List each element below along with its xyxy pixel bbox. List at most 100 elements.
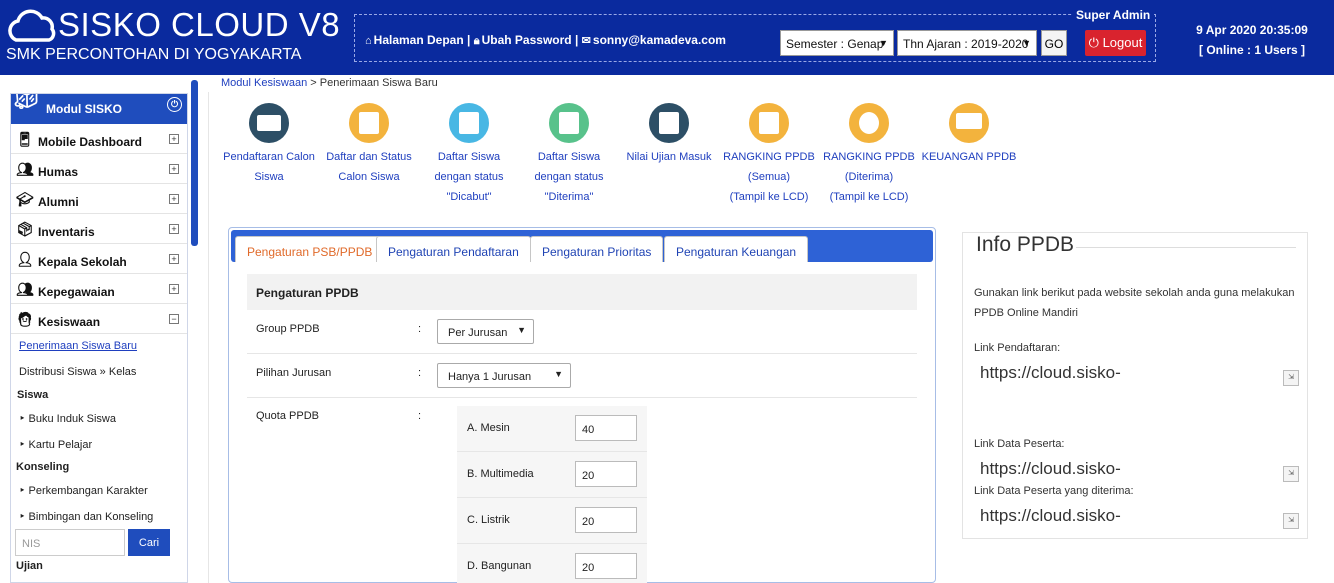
- quota-multimedia-input[interactable]: 20: [575, 461, 637, 487]
- sidebar-item-kepala-sekolah[interactable]: 👤︎ Kepala Sekolah +: [11, 244, 187, 274]
- info-title: Info PPDB: [974, 233, 1077, 257]
- power-icon[interactable]: ⏻: [167, 97, 182, 112]
- registration-icon: [249, 103, 289, 143]
- tab-pengaturan-psb[interactable]: Pengaturan PSB/PPDB: [235, 236, 385, 262]
- sidebar-item-humas[interactable]: 👥︎ Humas +: [11, 154, 187, 184]
- sidebar-link-bimbingan[interactable]: ‣ Bimbingan dan Konseling: [19, 510, 153, 523]
- alumni-icon: 🎓︎: [16, 191, 34, 207]
- go-button[interactable]: GO: [1041, 30, 1067, 56]
- quota-label: Quota PPDB: [256, 410, 319, 422]
- sidebar-link-distribusi[interactable]: Distribusi Siswa » Kelas: [19, 366, 136, 378]
- top-header: SISKO CLOUD V8 SMK PERCONTOHAN DI YOGYAK…: [0, 0, 1334, 75]
- shortcut-ranking-diterima[interactable]: RANGKING PPDB (Diterima) (Tampil ke LCD): [814, 99, 924, 207]
- revoked-icon: [449, 103, 489, 143]
- role-label: Super Admin: [1072, 8, 1155, 22]
- tab-pengaturan-pendaftaran[interactable]: Pengaturan Pendaftaran: [376, 236, 531, 262]
- sidebar-item-alumni[interactable]: 🎓︎ Alumni +: [11, 184, 187, 214]
- expand-icon: +: [169, 164, 179, 174]
- quota-row: B. Multimedia 20: [457, 452, 647, 498]
- sidebar-item-mobile-dashboard[interactable]: 📱︎ Mobile Dashboard +: [11, 124, 187, 154]
- group-label: Group PPDB: [256, 323, 320, 335]
- link-pendaftaran-label: Link Pendaftaran:: [974, 342, 1061, 354]
- expand-icon: +: [169, 254, 179, 264]
- principal-icon: 👤︎: [16, 251, 34, 267]
- shortcut-daftar-status[interactable]: Daftar dan Status Calon Siswa: [314, 99, 424, 187]
- exam-score-icon: [649, 103, 689, 143]
- sidebar-link-perkembangan[interactable]: ‣ Perkembangan Karakter: [19, 484, 148, 497]
- link-peserta-label: Link Data Peserta:: [974, 438, 1065, 450]
- tab-pengaturan-prioritas[interactable]: Pengaturan Prioritas: [530, 236, 664, 262]
- expand-icon: +: [169, 134, 179, 144]
- group-ppdb-select[interactable]: Per Jurusan ▼: [437, 319, 534, 344]
- quota-row: A. Mesin 40: [457, 406, 647, 452]
- form-row-pilihan: Pilihan Jurusan : Hanya 1 Jurusan ▼: [247, 354, 917, 398]
- form-row-quota: Quota PPDB : A. Mesin 40 B. Multimedia 20 …: [247, 398, 917, 583]
- logout-button[interactable]: ⏻ Logout: [1085, 30, 1146, 56]
- resize-handle-icon[interactable]: ⇲: [1283, 370, 1299, 386]
- mobile-icon: 📱︎: [16, 131, 34, 147]
- home-icon: ⌂: [365, 35, 372, 47]
- accepted-icon: [549, 103, 589, 143]
- shortcut-ranking-semua[interactable]: RANGKING PPDB (Semua) (Tampil ke LCD): [714, 99, 824, 207]
- home-link[interactable]: ⌂ Halaman Depan: [365, 33, 464, 47]
- boxes-icon: 📦︎: [16, 221, 34, 237]
- chevron-down-icon: ▼: [1022, 38, 1031, 48]
- resize-handle-icon[interactable]: ⇲: [1283, 513, 1299, 529]
- nis-input[interactable]: NIS: [15, 529, 125, 556]
- school-name: SMK PERCONTOHAN DI YOGYAKARTA: [6, 46, 302, 63]
- power-icon: ⏻: [1088, 35, 1103, 50]
- quota-listrik-input[interactable]: 20: [575, 507, 637, 533]
- envelope-icon: ✉: [581, 35, 591, 47]
- search-button[interactable]: Cari: [128, 529, 170, 556]
- form-heading: Pengaturan PPDB: [247, 274, 917, 310]
- list-status-icon: [349, 103, 389, 143]
- settings-panel: Pengaturan PSB/PPDB Pengaturan Pendaftar…: [228, 227, 936, 583]
- quota-mesin-input[interactable]: 40: [575, 415, 637, 441]
- breadcrumb: Modul Kesiswaan > Penerimaan Siswa Baru: [221, 77, 438, 89]
- quota-bangunan-input[interactable]: 20: [575, 553, 637, 579]
- change-password-link[interactable]: 🔒︎ Ubah Password: [474, 33, 572, 47]
- app-brand: SISKO CLOUD V8: [58, 6, 341, 43]
- email-link[interactable]: ✉ sonny@kamadeva.com: [582, 33, 726, 47]
- datetime-status: 9 Apr 2020 20:35:09 [ Online : 1 Users ]: [1190, 20, 1314, 60]
- pilihan-jurusan-select[interactable]: Hanya 1 Jurusan ▼: [437, 363, 571, 388]
- pilihan-label: Pilihan Jurusan: [256, 367, 332, 379]
- chevron-down-icon: ▼: [554, 369, 563, 379]
- collapse-icon: −: [169, 314, 179, 324]
- breadcrumb-current: Penerimaan Siswa Baru: [319, 77, 438, 89]
- ranking-accepted-icon: [849, 103, 889, 143]
- ranking-all-icon: [749, 103, 789, 143]
- sidebar-link-buku-induk[interactable]: ‣ Buku Induk Siswa: [19, 412, 116, 425]
- staff-icon: 👥︎: [16, 281, 34, 297]
- sidebar-group-siswa: Siswa: [17, 389, 49, 401]
- lock-icon: 🔒︎: [473, 35, 480, 47]
- header-links: ⌂ Halaman Depan | 🔒︎ Ubah Password | ✉ sonn…: [365, 33, 726, 47]
- tab-bar: Pengaturan PSB/PPDB Pengaturan Pendaftar…: [231, 230, 933, 262]
- shortcut-pendaftaran[interactable]: Pendaftaran Calon Siswa: [214, 99, 324, 187]
- sidebar-scrollbar[interactable]: [191, 80, 198, 246]
- sidebar-item-inventaris[interactable]: 📦︎ Inventaris +: [11, 214, 187, 244]
- sidebar-title: Modul SISKO: [46, 102, 122, 116]
- resize-handle-icon[interactable]: ⇲: [1283, 466, 1299, 482]
- link-pendaftaran-textarea[interactable]: https://cloud.sisko- ⇲: [974, 357, 1299, 389]
- sidebar-group-konseling: Konseling: [16, 461, 70, 473]
- finance-icon: [949, 103, 989, 143]
- modules-cube-icon: 🧊︎: [12, 93, 40, 110]
- info-description: Gunakan link berikut pada website sekola…: [974, 287, 1295, 319]
- semester-select[interactable]: Semester : Genap ▼: [780, 30, 894, 56]
- tab-pengaturan-keuangan[interactable]: Pengaturan Keuangan: [664, 236, 809, 262]
- link-peserta-textarea[interactable]: https://cloud.sisko- ⇲: [974, 453, 1299, 485]
- academic-year-select[interactable]: Thn Ajaran : 2019-2020 ▼: [897, 30, 1037, 56]
- shortcut-dicabut[interactable]: Daftar Siswa dengan status "Dicabut": [414, 99, 524, 207]
- shortcut-diterima[interactable]: Daftar Siswa dengan status "Diterima": [514, 99, 624, 207]
- sidebar-item-kesiswaan[interactable]: 🧑︎ Kesiswaan −: [11, 304, 187, 334]
- shortcut-nilai-ujian[interactable]: Nilai Ujian Masuk: [614, 99, 724, 167]
- sidebar-link-penerimaan[interactable]: Penerimaan Siswa Baru: [19, 340, 137, 352]
- sidebar-item-kepegawaian[interactable]: 👥︎ Kepegawaian +: [11, 274, 187, 304]
- sidebar-link-kartu-pelajar[interactable]: ‣ Kartu Pelajar: [19, 438, 92, 451]
- shortcut-keuangan[interactable]: KEUANGAN PPDB: [914, 99, 1024, 167]
- header-toolbar: ⌂ Halaman Depan | 🔒︎ Ubah Password | ✉ sonn…: [354, 14, 1156, 62]
- datetime: 9 Apr 2020 20:35:09: [1196, 23, 1308, 37]
- link-diterima-textarea[interactable]: https://cloud.sisko- ⇲: [974, 500, 1299, 532]
- breadcrumb-parent[interactable]: Modul Kesiswaan: [221, 77, 307, 89]
